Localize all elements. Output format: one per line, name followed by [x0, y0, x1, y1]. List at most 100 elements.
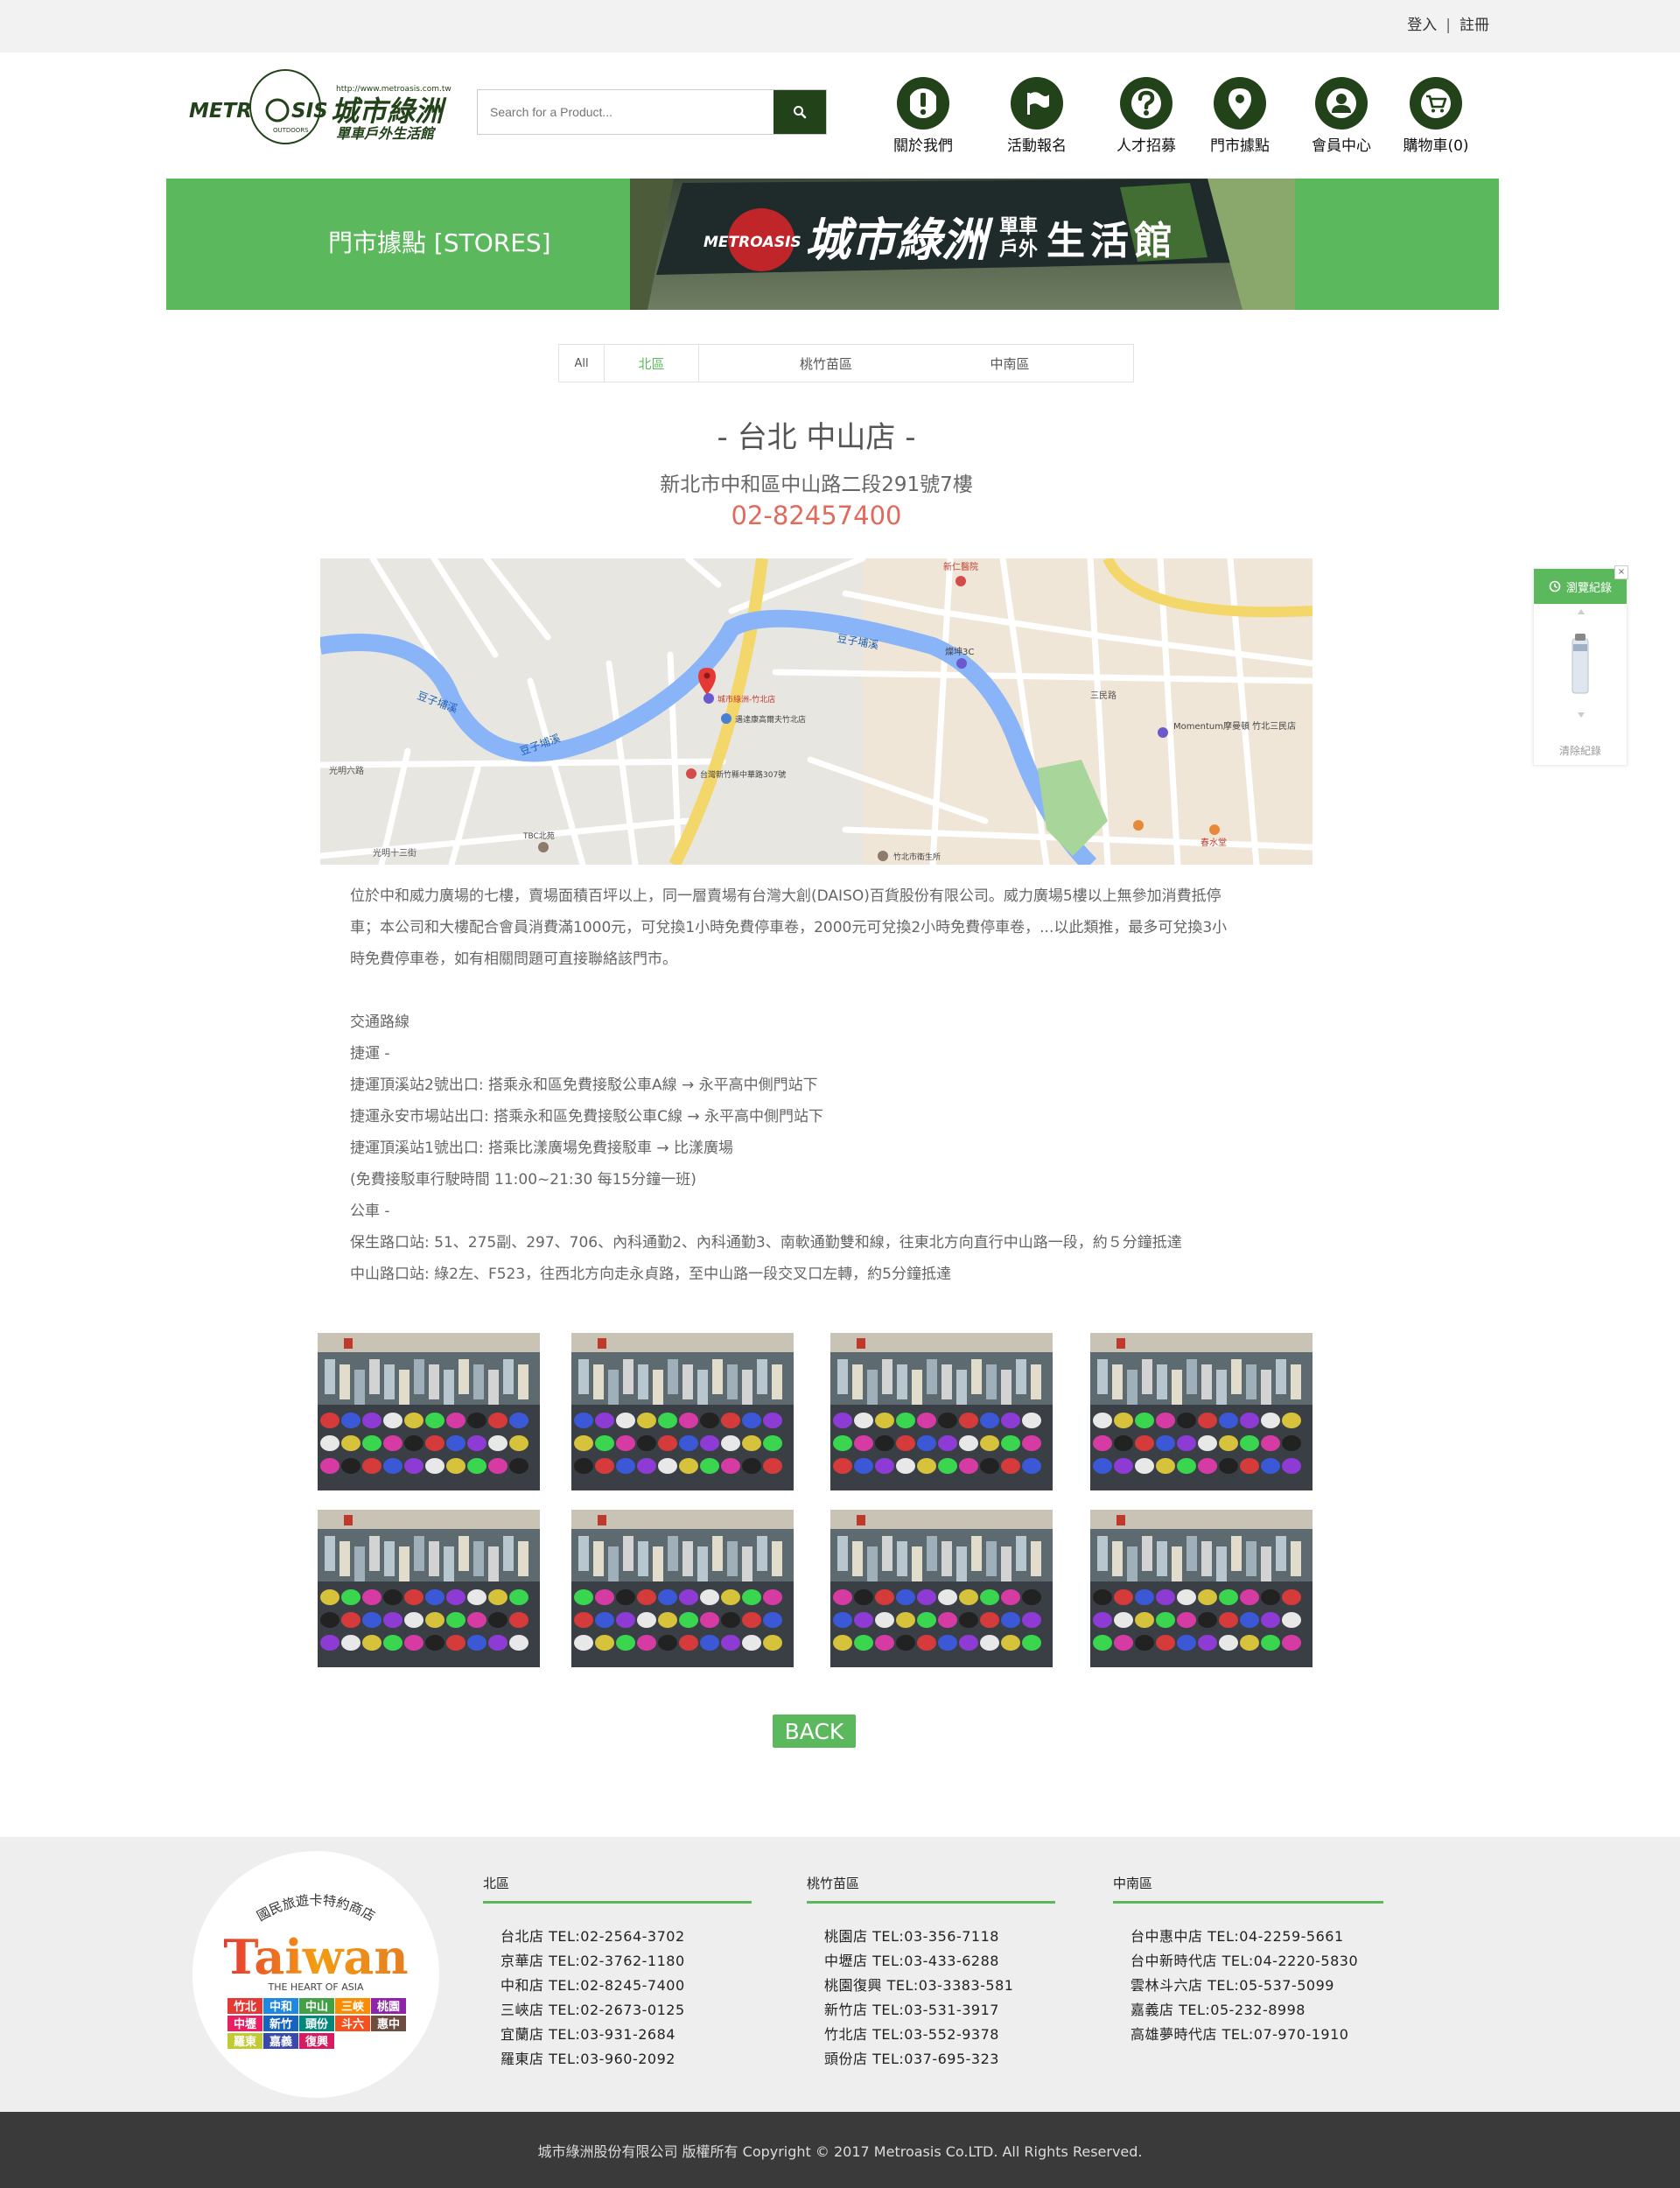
chevron-up-icon	[1578, 609, 1585, 614]
footer-store: 三峽店 TEL:02-2673-0125	[500, 2002, 685, 2018]
store-gallery	[318, 1333, 1315, 1667]
footer-column-central-south: 中南區 台中惠中店 TEL:04-2259-5661 台中新時代店 TEL:04…	[1113, 1874, 1383, 2047]
footer-store: 嘉義店 TEL:05-232-8998	[1130, 2002, 1306, 2018]
intro-line: 車；本公司和大樓配合會員消費滿1000元，可兌換1小時免費停車卷，2000元可兌…	[350, 919, 1228, 936]
mrt-line: 捷運永安市場站出口: 搭乘永和區免費接駁公車C線 → 永平高中側門站下	[350, 1108, 824, 1126]
history-thumbnail[interactable]	[1534, 604, 1628, 735]
nav-label: 人才招募	[1116, 137, 1176, 155]
nav-events[interactable]: 活動報名	[989, 77, 1085, 155]
logo-en-left: METR	[189, 100, 252, 123]
clear-history-link[interactable]: 清除紀錄	[1534, 743, 1627, 758]
footer-column-north: 北區 台北店 TEL:02-2564-3702 京華店 TEL:02-3762-…	[483, 1874, 752, 2072]
nav-label: 會員中心	[1312, 137, 1371, 155]
store-description: 位於中和威力廣場的七樓，賣場面積百坪以上，同一層賣場有台灣大創(DAISO)百貨…	[350, 880, 1295, 1290]
sign-small-bottom: 戶外	[999, 238, 1038, 261]
map-label-road-guangming6: 光明六路	[329, 765, 364, 776]
map-label-hotel: 遇達康高爾夫竹北店	[735, 714, 806, 725]
footer-store: 台中惠中店 TEL:04-2259-5661	[1130, 1928, 1344, 1945]
map-label-momentum: Momentum摩曼頓 竹北三民店	[1173, 720, 1296, 732]
tab-central-south[interactable]: 中南區	[953, 345, 1067, 382]
site-logo[interactable]: METR SIS OUTDOORS http://www.metroasis.c…	[189, 67, 455, 147]
browsing-history-widget: × 瀏覽紀錄 清除紀錄	[1533, 565, 1628, 766]
mrt-line: 捷運頂溪站1號出口: 搭乘比漾廣場免費接駁車 → 比漾廣場	[350, 1140, 733, 1157]
history-header[interactable]: 瀏覽紀錄	[1534, 569, 1627, 604]
map-pin-icon	[1214, 77, 1266, 130]
tab-north[interactable]: 北區	[605, 345, 699, 382]
sign-brand-en: METROASIS	[704, 234, 802, 251]
sign-small-top: 單車	[999, 216, 1038, 238]
footer-column-taoyuan-hsinchu: 桃竹苗區 桃園店 TEL:03-356-7118 中壢店 TEL:03-433-…	[807, 1874, 1055, 2072]
history-icon	[1549, 580, 1561, 593]
logo-graphic: METR SIS OUTDOORS http://www.metroasis.c…	[189, 69, 455, 144]
sign-brand-zh: 城市綠洲	[805, 214, 994, 267]
badge-tag: 新竹	[270, 2017, 292, 2031]
register-link[interactable]: 註冊	[1460, 17, 1489, 34]
back-button[interactable]: BACK	[773, 1715, 856, 1748]
map-label-store: 城市綠洲-竹北店	[718, 694, 775, 705]
badge-tag: 惠中	[377, 2017, 400, 2031]
badge-tag: 復興	[304, 2035, 328, 2049]
search-input[interactable]	[478, 90, 774, 134]
intro-line: 時免費停車卷，如有相關問題可直接聯絡該門市。	[350, 950, 677, 968]
store-map[interactable]: 城市綠洲-竹北店 遇達康高爾夫竹北店 台灣新竹縣中華路307號 燦坤3C Mom…	[320, 558, 1312, 865]
bus-line: 保生路口站: 51、275副、297、706、內科通勤2、內科通勤3、南軟通勤雙…	[350, 1234, 1182, 1252]
store-address: 新北市中和區中山路二段291號7樓	[660, 473, 973, 496]
footer-store: 羅東店 TEL:03-960-2092	[500, 2051, 676, 2067]
copyright-text: 城市綠洲股份有限公司 版權所有 Copyright © 2017 Metroas…	[537, 2142, 1143, 2160]
nav-stores[interactable]: 門市據點	[1192, 77, 1288, 155]
footer-store: 新竹店 TEL:03-531-3917	[824, 2002, 999, 2018]
footer-store: 高雄夢時代店 TEL:07-970-1910	[1130, 2026, 1349, 2043]
badge-tag: 中和	[270, 2000, 292, 2014]
chevron-down-icon	[1578, 712, 1585, 718]
region-tabs: All 北區 桃竹苗區 中南區	[558, 344, 1134, 382]
link-separator: |	[1446, 17, 1451, 34]
close-icon[interactable]: ×	[1614, 565, 1628, 579]
badge-tag: 桃園	[377, 2000, 400, 2014]
search-bar	[477, 89, 827, 135]
store-photo[interactable]	[571, 1510, 794, 1667]
tab-all[interactable]: All	[559, 345, 605, 382]
footer-store: 台中新時代店 TEL:04-2220-5830	[1130, 1953, 1359, 1969]
footer-store: 中壢店 TEL:03-433-6288	[824, 1953, 999, 1969]
logo-sub: OUTDOORS	[273, 127, 309, 134]
nav-label: 購物車(0)	[1403, 137, 1469, 155]
badge-word: Taiwan	[223, 1929, 408, 1985]
store-photo[interactable]	[318, 1333, 540, 1490]
map-label-3c: 燦坤3C	[945, 646, 974, 657]
map-label-hospital: 新仁醫院	[943, 561, 978, 572]
footer-store-list: 台中惠中店 TEL:04-2259-5661 台中新時代店 TEL:04-222…	[1113, 1925, 1383, 2047]
store-photo[interactable]	[571, 1333, 794, 1490]
store-photo[interactable]	[318, 1510, 540, 1667]
map-label-tbc: TBC北苑	[522, 831, 555, 841]
nav-about[interactable]: 關於我們	[875, 77, 971, 155]
login-link[interactable]: 登入	[1407, 17, 1437, 34]
search-button[interactable]	[774, 90, 826, 134]
nav-jobs[interactable]: 人才招募	[1098, 77, 1194, 155]
cart-icon	[1410, 77, 1462, 130]
footer-store: 桃園復興 TEL:03-3383-581	[824, 1977, 1014, 1994]
top-bar: 登入 | 註冊	[0, 0, 1680, 53]
tab-taoyuan-hsinchu-miaoli[interactable]: 桃竹苗區	[699, 345, 953, 382]
footer-store: 雲林斗六店 TEL:05-537-5099	[1130, 1977, 1334, 1994]
transport-title: 交通路線	[350, 1013, 410, 1031]
nav-label: 活動報名	[1007, 137, 1067, 155]
store-photo[interactable]	[1090, 1510, 1312, 1667]
map-graphic: 城市綠洲-竹北店 遇達康高爾夫竹北店 台灣新竹縣中華路307號 燦坤3C Mom…	[320, 558, 1312, 865]
footer-store: 京華店 TEL:02-3762-1180	[500, 1953, 685, 1969]
store-name: - 台北 中山店 -	[717, 420, 916, 455]
page-banner: 門市據點 [STORES] METROASIS 城市綠洲 單車 戶外 生活館	[166, 179, 1499, 310]
footer: 國民旅遊卡特約商店 Taiwan THE HEART OF ASIA 竹北 中和中…	[0, 1837, 1680, 2112]
logo-tagline: 單車戶外生活館	[336, 125, 437, 142]
store-phone[interactable]: 02-82457400	[0, 501, 1633, 530]
badge-tag: 中壢	[234, 2017, 256, 2031]
nav-label: 關於我們	[893, 137, 953, 155]
store-photo[interactable]	[830, 1333, 1053, 1490]
badge-tag: 頭份	[305, 2017, 329, 2031]
nav-label: 門市據點	[1210, 137, 1270, 155]
store-photo[interactable]	[830, 1510, 1053, 1667]
nav-cart[interactable]: 購物車(0)	[1388, 77, 1484, 155]
bus-title: 公車 -	[350, 1203, 390, 1220]
nav-member[interactable]: 會員中心	[1293, 77, 1390, 155]
store-photo[interactable]	[1090, 1333, 1312, 1490]
badge-tag: 三峽	[341, 2000, 365, 2014]
